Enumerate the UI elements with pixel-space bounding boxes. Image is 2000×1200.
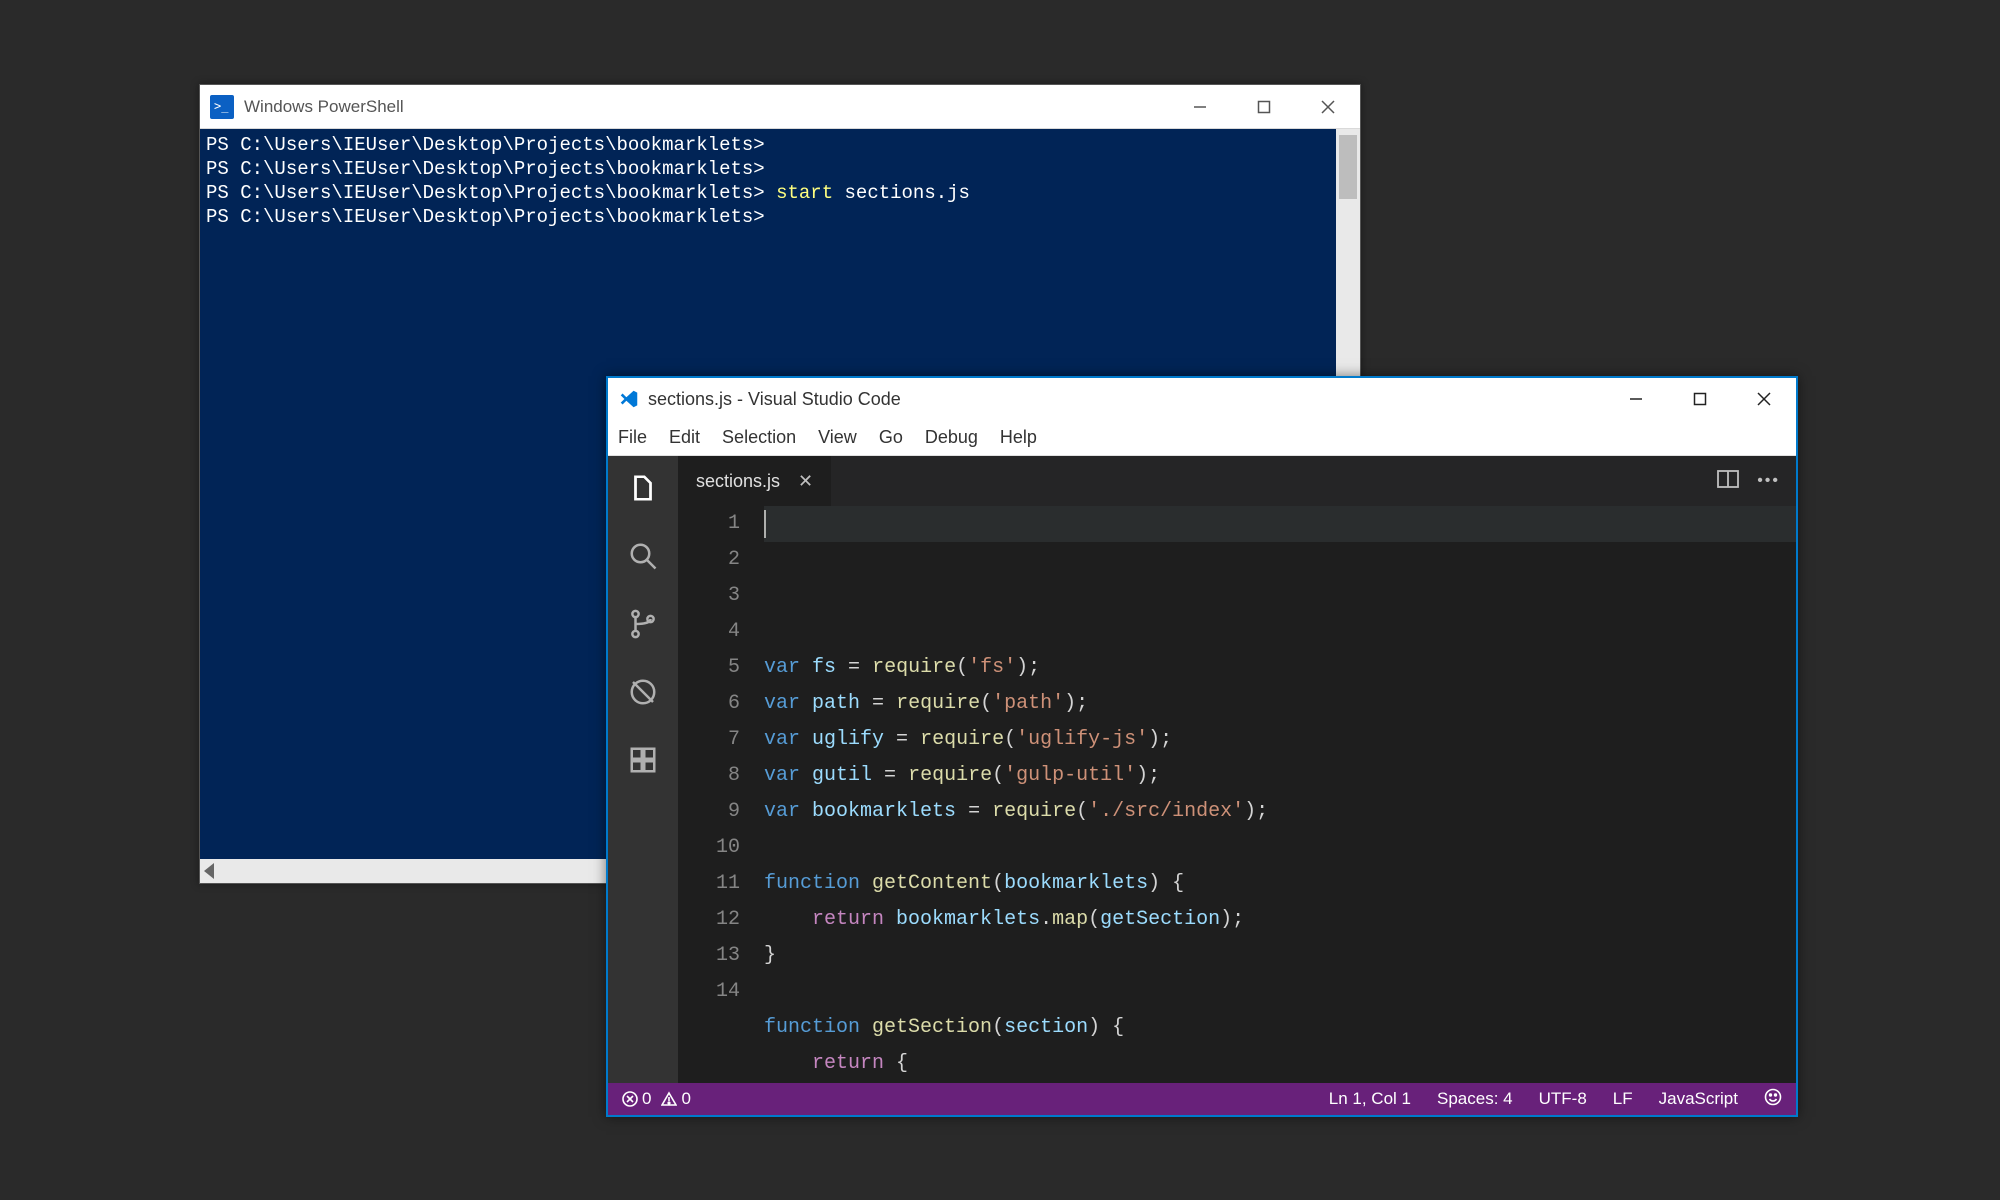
tab-label: sections.js (696, 471, 780, 492)
code-line[interactable]: function getSection(section) { (764, 1010, 1796, 1046)
code-lines[interactable]: var fs = require('fs');var path = requir… (764, 506, 1796, 1083)
menu-view[interactable]: View (818, 427, 857, 448)
vscode-titlebar[interactable]: sections.js - Visual Studio Code (608, 378, 1796, 420)
code-line[interactable]: var gutil = require('gulp-util'); (764, 758, 1796, 794)
code-line[interactable]: name: section.name, (764, 1082, 1796, 1083)
feedback-icon[interactable] (1764, 1088, 1782, 1111)
scroll-left-icon[interactable] (204, 863, 214, 879)
files-icon[interactable] (625, 470, 661, 506)
activity-bar (608, 456, 678, 1083)
terminal-line: PS C:\Users\IEUser\Desktop\Projects\book… (206, 205, 1360, 229)
menu-go[interactable]: Go (879, 427, 903, 448)
vscode-menubar: File Edit Selection View Go Debug Help (608, 420, 1796, 456)
extensions-icon[interactable] (625, 742, 661, 778)
close-button[interactable] (1296, 85, 1360, 128)
cursor-position[interactable]: Ln 1, Col 1 (1329, 1089, 1411, 1109)
errors-count[interactable]: 0 (622, 1089, 651, 1109)
vscode-icon (618, 388, 640, 410)
vscode-window[interactable]: sections.js - Visual Studio Code File Edi… (606, 376, 1798, 1117)
git-icon[interactable] (625, 606, 661, 642)
vscode-main: sections.js ✕ ••• 1234567891011121314 va… (608, 456, 1796, 1083)
code-line[interactable]: var uglify = require('uglify-js'); (764, 722, 1796, 758)
vscode-title: sections.js - Visual Studio Code (648, 389, 1604, 410)
minimize-button[interactable] (1168, 85, 1232, 128)
terminal-line: PS C:\Users\IEUser\Desktop\Projects\book… (206, 157, 1360, 181)
line-gutter: 1234567891011121314 (678, 506, 764, 1083)
eol[interactable]: LF (1613, 1089, 1633, 1109)
search-icon[interactable] (625, 538, 661, 574)
close-icon[interactable]: ✕ (798, 471, 813, 492)
tab-sections-js[interactable]: sections.js ✕ (678, 456, 831, 506)
code-line[interactable]: return bookmarklets.map(getSection); (764, 902, 1796, 938)
menu-file[interactable]: File (618, 427, 647, 448)
editor-tabs: sections.js ✕ ••• (678, 456, 1796, 506)
code-editor[interactable]: 1234567891011121314 var fs = require('fs… (678, 506, 1796, 1083)
code-line[interactable]: function getContent(bookmarklets) { (764, 866, 1796, 902)
warnings-count[interactable]: 0 (661, 1089, 690, 1109)
powershell-title: Windows PowerShell (244, 97, 1168, 117)
menu-selection[interactable]: Selection (722, 427, 796, 448)
editor-area: sections.js ✕ ••• 1234567891011121314 va… (678, 456, 1796, 1083)
code-line[interactable] (764, 830, 1796, 866)
split-editor-icon[interactable] (1717, 470, 1739, 493)
encoding[interactable]: UTF-8 (1539, 1089, 1587, 1109)
window-controls (1168, 85, 1360, 128)
language-mode[interactable]: JavaScript (1659, 1089, 1738, 1109)
status-bar: 0 0 Ln 1, Col 1 Spaces: 4 UTF-8 LF JavaS… (608, 1083, 1796, 1115)
text-cursor (764, 510, 766, 538)
code-line[interactable]: var bookmarklets = require('./src/index'… (764, 794, 1796, 830)
code-line[interactable]: var path = require('path'); (764, 686, 1796, 722)
code-line[interactable]: var fs = require('fs'); (764, 650, 1796, 686)
powershell-icon (210, 95, 234, 119)
maximize-button[interactable] (1232, 85, 1296, 128)
code-line[interactable]: } (764, 938, 1796, 974)
minimize-button[interactable] (1604, 378, 1668, 420)
terminal-line: PS C:\Users\IEUser\Desktop\Projects\book… (206, 133, 1360, 157)
code-line[interactable] (764, 974, 1796, 1010)
indent-setting[interactable]: Spaces: 4 (1437, 1089, 1513, 1109)
debug-icon[interactable] (625, 674, 661, 710)
window-controls (1604, 378, 1796, 420)
current-line-highlight (764, 506, 1796, 542)
powershell-titlebar[interactable]: Windows PowerShell (200, 85, 1360, 129)
menu-debug[interactable]: Debug (925, 427, 978, 448)
menu-edit[interactable]: Edit (669, 427, 700, 448)
maximize-button[interactable] (1668, 378, 1732, 420)
code-line[interactable]: return { (764, 1046, 1796, 1082)
menu-help[interactable]: Help (1000, 427, 1037, 448)
more-icon[interactable]: ••• (1757, 472, 1780, 490)
terminal-line: PS C:\Users\IEUser\Desktop\Projects\book… (206, 181, 1360, 205)
close-button[interactable] (1732, 378, 1796, 420)
